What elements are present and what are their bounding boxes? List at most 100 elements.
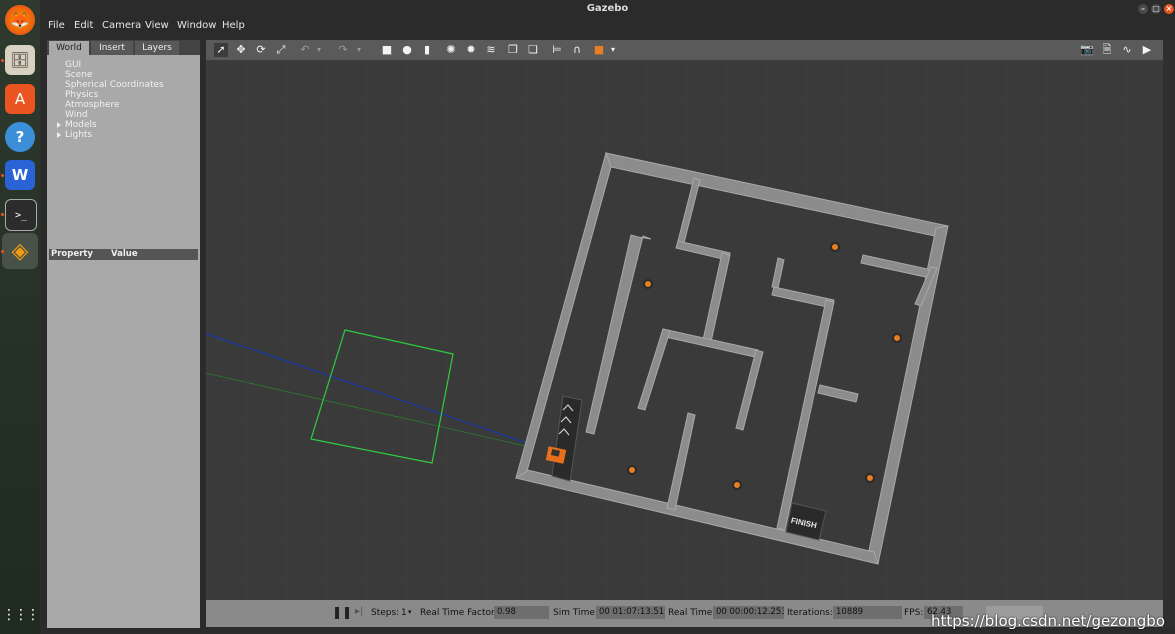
paste-icon[interactable]: ❏: [526, 43, 540, 57]
expand-arrow-icon[interactable]: [57, 132, 61, 138]
tree-item-lights[interactable]: Lights: [65, 130, 92, 140]
real-time-field: 00 00:00:12.253: [713, 606, 784, 619]
running-indicator: [1, 213, 4, 216]
steps-dropdown-icon[interactable]: ▾: [408, 608, 412, 616]
tab-world[interactable]: World: [49, 41, 89, 55]
value-column-label: Value: [111, 249, 138, 259]
fps-label: FPS:: [904, 608, 924, 618]
window-title: Gazebo: [586, 3, 629, 14]
firefox-glyph: 🦊: [10, 11, 30, 29]
wps-icon[interactable]: W: [5, 160, 35, 190]
marker: [732, 480, 742, 490]
property-column-label: Property: [51, 249, 93, 259]
menu-help[interactable]: Help: [222, 20, 245, 31]
view-angle-icon[interactable]: ■: [592, 43, 606, 57]
select-mode-icon[interactable]: ➚: [214, 43, 228, 57]
firefox-icon[interactable]: 🦊: [5, 5, 35, 35]
iterations-label: Iterations:: [787, 608, 833, 618]
tab-insert[interactable]: Insert: [91, 41, 133, 55]
sim-time-label: Sim Time:: [553, 608, 598, 618]
plot-icon[interactable]: ∿: [1120, 43, 1134, 57]
copy-icon[interactable]: ❐: [506, 43, 520, 57]
iterations-field: 10889: [833, 606, 902, 619]
minimize-icon[interactable]: –: [1138, 4, 1148, 14]
steps-value[interactable]: 1: [401, 608, 407, 618]
property-header: Property Value: [49, 249, 198, 260]
spot-light-icon[interactable]: ✹: [464, 43, 478, 57]
tree-item-gui[interactable]: GUI: [65, 60, 81, 70]
snap-icon[interactable]: ∩: [570, 43, 584, 57]
help-icon[interactable]: ?: [5, 122, 35, 152]
translate-mode-icon[interactable]: ✥: [234, 43, 248, 57]
software-glyph: A: [14, 90, 26, 108]
maximize-icon[interactable]: □: [1151, 4, 1161, 14]
scene-toolbar: ➚ ✥ ⟳ ⤢ ↶ ▾ ↷ ▾ ■ ● ▮ ✺ ✹ ≋ ❐ ❏ ⊨ ∩ ■ ▾ …: [206, 40, 1163, 60]
sim-time-field: 00 01:07:13.517: [596, 606, 665, 619]
marker: [643, 279, 653, 289]
pause-button[interactable]: ❚❚: [332, 605, 352, 619]
ubuntu-dock: 🦊 🗄 A ? W >_ ◈ ⋮⋮⋮: [0, 0, 40, 634]
marker: [892, 333, 902, 343]
scene-render: FINISH: [206, 60, 1163, 600]
tree-item-wind[interactable]: Wind: [65, 110, 88, 120]
marker: [865, 473, 875, 483]
right-splitter[interactable]: [1163, 40, 1175, 628]
undo-dropdown-icon[interactable]: ▾: [312, 43, 326, 57]
video-record-icon[interactable]: ▶: [1140, 43, 1154, 57]
directional-light-icon[interactable]: ≋: [484, 43, 498, 57]
cylinder-shape-icon[interactable]: ▮: [420, 43, 434, 57]
running-indicator: [1, 250, 4, 253]
software-center-icon[interactable]: A: [5, 84, 35, 114]
tree-item-models[interactable]: Models: [65, 120, 97, 130]
grid-glyph: ⋮⋮⋮: [2, 607, 40, 623]
running-indicator: [1, 174, 4, 177]
show-apps-icon[interactable]: ⋮⋮⋮: [2, 600, 40, 630]
steps-label: Steps:: [371, 608, 400, 618]
marker: [830, 242, 840, 252]
point-light-icon[interactable]: ✺: [444, 43, 458, 57]
sphere-shape-icon[interactable]: ●: [400, 43, 414, 57]
gazebo-icon[interactable]: ◈: [2, 233, 38, 269]
undo-icon[interactable]: ↶: [298, 43, 312, 57]
left-panel: World Insert Layers GUI Scene Spherical …: [47, 40, 200, 628]
tree-item-physics[interactable]: Physics: [65, 90, 98, 100]
files-icon[interactable]: 🗄: [5, 45, 35, 75]
running-indicator: [1, 59, 4, 62]
terminal-icon[interactable]: >_: [5, 199, 37, 231]
expand-arrow-icon[interactable]: [57, 122, 61, 128]
scene-viewport[interactable]: FINISH: [206, 60, 1163, 600]
rtf-field: 0.98: [494, 606, 549, 619]
tree-item-scene[interactable]: Scene: [65, 70, 92, 80]
menu-file[interactable]: File: [48, 20, 65, 31]
tree-item-spherical-coordinates[interactable]: Spherical Coordinates: [65, 80, 164, 90]
menu-edit[interactable]: Edit: [74, 20, 93, 31]
tree-item-atmosphere[interactable]: Atmosphere: [65, 100, 119, 110]
scale-mode-icon[interactable]: ⤢: [274, 43, 288, 57]
tab-layers[interactable]: Layers: [135, 41, 179, 55]
view-angle-dropdown-icon[interactable]: ▾: [606, 43, 620, 57]
step-button[interactable]: ▸|: [355, 606, 363, 617]
panel-tabs: World Insert Layers: [47, 40, 200, 55]
redo-icon[interactable]: ↷: [336, 43, 350, 57]
box-shape-icon[interactable]: ■: [380, 43, 394, 57]
menu-view[interactable]: View: [145, 20, 169, 31]
help-glyph: ?: [15, 128, 25, 146]
marker: [627, 465, 637, 475]
screenshot-icon[interactable]: 📷: [1080, 43, 1094, 57]
menu-window[interactable]: Window: [177, 20, 216, 31]
redo-dropdown-icon[interactable]: ▾: [352, 43, 366, 57]
title-bar: Gazebo – □ ×: [40, 0, 1175, 18]
real-time-label: Real Time:: [668, 608, 716, 618]
close-icon[interactable]: ×: [1164, 4, 1174, 14]
align-icon[interactable]: ⊨: [550, 43, 564, 57]
wps-glyph: W: [11, 166, 29, 184]
watermark: https://blog.csdn.net/gezongbo: [931, 612, 1165, 630]
menu-camera[interactable]: Camera: [102, 20, 141, 31]
log-icon[interactable]: 🗎: [1100, 43, 1114, 57]
menu-bar: File Edit Camera View Window Help: [40, 18, 1175, 35]
terminal-glyph: >_: [14, 209, 28, 221]
gazebo-glyph: ◈: [11, 238, 29, 264]
rotate-mode-icon[interactable]: ⟳: [254, 43, 268, 57]
files-glyph: 🗄: [10, 51, 30, 69]
rtf-label: Real Time Factor:: [420, 608, 498, 618]
